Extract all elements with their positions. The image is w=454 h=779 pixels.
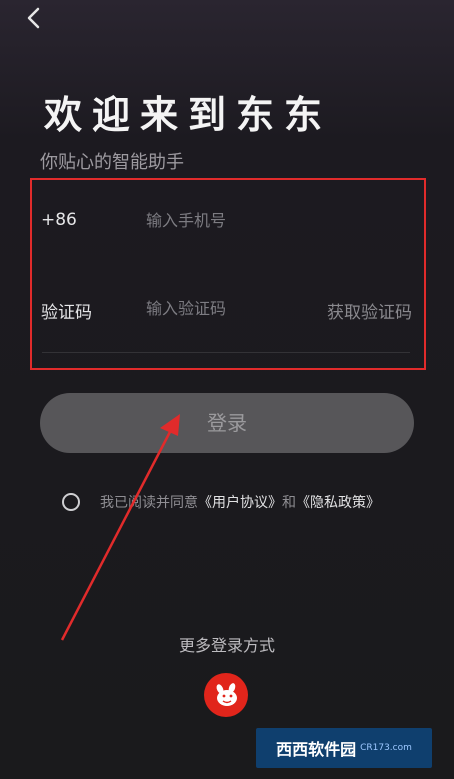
country-code[interactable]: +86: [41, 210, 77, 230]
login-form-highlight: +86 验证码 获取验证码: [30, 178, 426, 370]
login-button[interactable]: 登录: [40, 393, 414, 453]
code-label: 验证码: [41, 303, 92, 323]
jd-login-button[interactable]: [204, 673, 248, 717]
watermark-brand: 西西软件园: [276, 740, 357, 759]
agreement-row: 我已阅读并同意 《用户协议》 和 《隐私政策》: [62, 492, 380, 512]
agree-radio[interactable]: [62, 493, 80, 511]
agreement-prefix: 我已阅读并同意: [100, 495, 198, 511]
more-login-options[interactable]: 更多登录方式: [0, 632, 454, 656]
form-divider: [42, 352, 410, 353]
phone-input[interactable]: [144, 210, 408, 231]
privacy-policy-link[interactable]: 《隐私政策》: [296, 492, 380, 512]
get-code-button[interactable]: 获取验证码: [327, 298, 412, 323]
chevron-left-icon: [27, 7, 40, 29]
watermark-logo: 西西软件园 CR173.com: [256, 728, 432, 768]
watermark-domain: CR173.com: [360, 743, 412, 753]
back-button[interactable]: [22, 6, 46, 30]
user-agreement-link[interactable]: 《用户协议》: [198, 492, 282, 512]
jd-dog-icon: [216, 683, 237, 706]
welcome-title: 欢迎来到东东: [44, 93, 333, 137]
welcome-subtitle: 你贴心的智能助手: [40, 152, 184, 173]
agreement-and: 和: [282, 495, 296, 511]
code-input[interactable]: [144, 298, 298, 319]
